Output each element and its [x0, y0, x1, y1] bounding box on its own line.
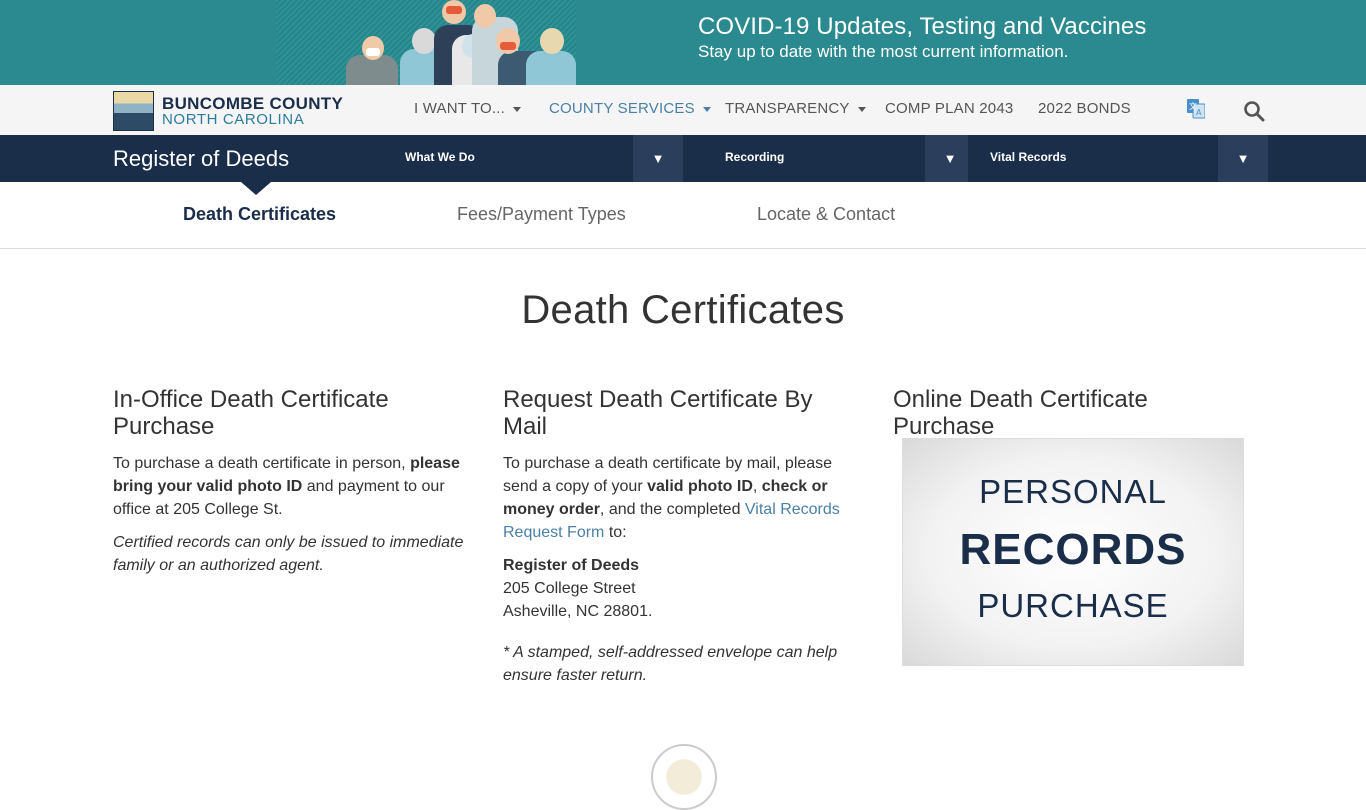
section-heading: In-Office Death Certificate Purchase: [113, 386, 389, 440]
mountain-logo-icon: [113, 91, 154, 131]
mailing-address: Register of Deeds 205 College Street Ash…: [503, 554, 863, 623]
county-seal-icon: [651, 744, 717, 810]
by-mail-section: Request Death Certificate By Mail To pur…: [503, 386, 863, 697]
subnav-death-certificates[interactable]: Death Certificates: [183, 204, 336, 225]
in-office-instructions: To purchase a death certificate in perso…: [113, 452, 473, 521]
nav-item-label: 2022 BONDS: [1038, 100, 1131, 117]
dropdown-what-we-do[interactable]: What We Do ▼: [383, 135, 683, 182]
section-heading: Online Death Certificate Purchase: [893, 386, 1148, 440]
county-logo[interactable]: BUNCOMBE COUNTY NORTH CAROLINA: [113, 91, 353, 131]
eligibility-note: Certified records can only be issued to …: [113, 534, 464, 574]
caret-down-icon: [702, 106, 711, 112]
mail-instructions: To purchase a death certificate by mail,…: [503, 452, 863, 544]
text-run: To purchase a death certificate in perso…: [113, 455, 411, 472]
bold-text: valid photo ID: [647, 478, 753, 495]
address-line: 205 College Street: [503, 580, 636, 597]
department-title[interactable]: Register of Deeds: [113, 146, 289, 172]
search-icon[interactable]: [1243, 100, 1265, 122]
promo-line2: RECORDS: [959, 525, 1187, 574]
text-run: , and the completed: [599, 501, 745, 518]
banner-subtitle[interactable]: Stay up to date with the most current in…: [698, 42, 1068, 62]
healthcare-workers-illustration: [276, 0, 576, 85]
subnav-locate-contact[interactable]: Locate & Contact: [757, 204, 895, 225]
text-run: ,: [752, 478, 762, 495]
logo-name-line2: NORTH CAROLINA: [162, 111, 305, 128]
nav-item-bonds[interactable]: 2022 BONDS: [1038, 100, 1131, 117]
section-heading: Request Death Certificate By Mail: [503, 386, 813, 440]
address-line: Asheville, NC 28801.: [503, 603, 653, 620]
translate-icon[interactable]: 文 A: [1187, 99, 1205, 119]
subnav-fees-payment-types[interactable]: Fees/Payment Types: [457, 204, 626, 225]
nav-item-i-want-to[interactable]: I WANT TO...: [414, 100, 522, 117]
envelope-note: * A stamped, self-addressed envelope can…: [503, 644, 838, 684]
caret-down-icon: [857, 106, 866, 112]
nav-item-transparency[interactable]: TRANSPARENCY: [725, 100, 866, 117]
promo-line3: PURCHASE: [977, 587, 1169, 624]
page-title: Death Certificates: [521, 288, 845, 332]
caret-down-icon: [513, 106, 522, 112]
nav-item-comp-plan[interactable]: COMP PLAN 2043: [885, 100, 1013, 117]
nav-item-county-services[interactable]: COUNTY SERVICES: [549, 100, 711, 117]
dropdown-label: Recording: [725, 150, 785, 164]
nav-item-label: COMP PLAN 2043: [885, 100, 1014, 117]
dropdown-toggle-button[interactable]: ▼: [1218, 135, 1268, 182]
dropdown-recording[interactable]: Recording ▼: [703, 135, 975, 182]
covid-banner[interactable]: COVID-19 Updates, Testing and Vaccines S…: [0, 0, 1366, 85]
promo-line1: PERSONAL: [979, 473, 1167, 510]
nav-item-label: COUNTY SERVICES: [549, 100, 695, 117]
dropdown-label: What We Do: [405, 150, 475, 164]
personal-records-purchase-button[interactable]: PERSONAL RECORDS PURCHASE: [902, 438, 1244, 666]
dropdown-toggle-button[interactable]: ▼: [633, 135, 683, 182]
nav-item-label: I WANT TO...: [414, 100, 506, 117]
in-office-section: In-Office Death Certificate Purchase To …: [113, 386, 473, 587]
svg-text:A: A: [1196, 108, 1202, 117]
text-run: to:: [604, 524, 627, 541]
address-name: Register of Deeds: [503, 557, 640, 574]
dropdown-label: Vital Records: [990, 150, 1067, 164]
nav-item-label: TRANSPARENCY: [725, 100, 850, 117]
dropdown-vital-records[interactable]: Vital Records ▼: [968, 135, 1268, 182]
banner-title[interactable]: COVID-19 Updates, Testing and Vaccines: [698, 13, 1146, 41]
